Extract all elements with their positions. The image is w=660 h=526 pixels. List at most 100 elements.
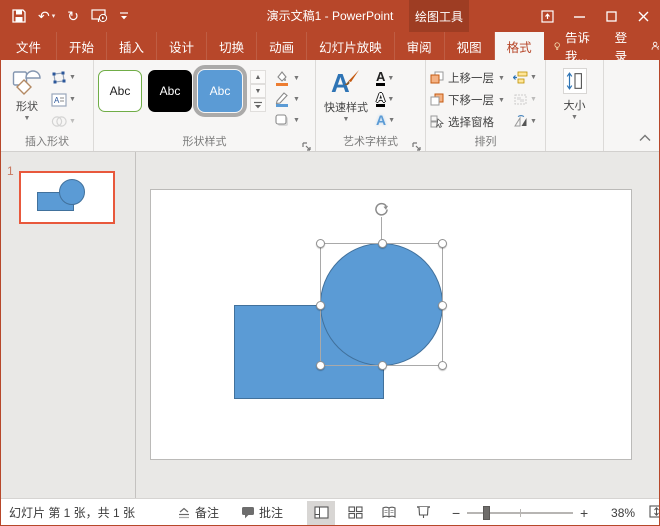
resize-handle-sw[interactable] — [316, 361, 325, 370]
shapes-button[interactable]: 形状 ▼ — [5, 64, 49, 135]
save-icon — [12, 9, 26, 23]
undo-button[interactable]: ↶▾ — [33, 3, 60, 29]
slideshow-view-button[interactable] — [409, 501, 437, 525]
shape-fill-button[interactable]: ▼ — [274, 69, 300, 87]
shape-fill-icon — [274, 70, 290, 86]
contextual-tool-header: 绘图工具 — [409, 0, 469, 32]
notes-button[interactable]: 备注 — [177, 504, 219, 521]
group-insert-shapes: 形状 ▼ ▼ A ▼ ▼ 插入形状 — [1, 60, 94, 151]
text-effects-button[interactable]: A▼ — [376, 110, 395, 129]
text-fill-button[interactable]: A▼ — [376, 68, 395, 87]
resize-handle-n[interactable] — [378, 239, 387, 248]
status-bar: 幻灯片 第 1 张，共 1 张 备注 批注 − — [1, 498, 659, 526]
resize-handle-se[interactable] — [438, 361, 447, 370]
selection-pane-button[interactable]: 选择窗格 — [430, 112, 505, 131]
start-slideshow-button[interactable] — [86, 3, 113, 29]
tab-file[interactable]: 文件 — [1, 32, 57, 60]
redo-button[interactable]: ↻ — [62, 3, 84, 29]
zoom-level[interactable]: 38% — [603, 506, 635, 520]
shape-effects-button[interactable]: ▼ — [274, 111, 300, 129]
minimize-button[interactable] — [563, 0, 595, 32]
resize-handle-nw[interactable] — [316, 239, 325, 248]
rotate-button[interactable]: ▼ — [511, 112, 539, 131]
send-backward-caret-icon: ▼ — [498, 97, 505, 104]
quick-access-toolbar: ↶▾ ↻ — [7, 0, 133, 32]
title-bar: 演示文稿1 - PowerPoint ↶▾ ↻ 绘图工具 — [1, 0, 659, 32]
normal-view-button[interactable] — [307, 501, 335, 525]
shape-style-green[interactable]: Abc — [98, 70, 142, 112]
thumbnail-circle-shape — [59, 179, 85, 205]
gallery-up-button[interactable]: ▲ — [250, 70, 266, 84]
tab-insert[interactable]: 插入 — [107, 32, 157, 60]
bring-forward-button[interactable]: 上移一层 ▼ — [430, 68, 505, 87]
send-backward-label: 下移一层 — [448, 92, 494, 108]
size-icon — [563, 68, 587, 94]
tab-slideshow[interactable]: 幻灯片放映 — [307, 32, 395, 60]
align-button[interactable]: ▼ — [511, 68, 539, 87]
bring-forward-caret-icon: ▼ — [498, 75, 505, 82]
resize-handle-w[interactable] — [316, 301, 325, 310]
tab-review[interactable]: 审阅 — [395, 32, 445, 60]
maximize-button[interactable] — [595, 0, 627, 32]
tab-view[interactable]: 视图 — [445, 32, 495, 60]
zoom-slider-thumb[interactable] — [483, 506, 490, 520]
merge-shapes-button[interactable]: ▼ — [49, 112, 78, 131]
slide[interactable] — [150, 189, 632, 460]
zoom-in-button[interactable]: + — [579, 505, 589, 521]
customize-qat-icon — [120, 11, 128, 21]
ribbon-tab-row: 文件 开始 插入 设计 切换 动画 幻灯片放映 审阅 视图 格式 告诉我... … — [1, 32, 659, 60]
resize-handle-ne[interactable] — [438, 239, 447, 248]
tell-me-box[interactable]: 告诉我... — [544, 32, 603, 60]
collapse-ribbon-button[interactable] — [639, 129, 651, 147]
shape-style-black[interactable]: Abc — [148, 70, 192, 112]
close-icon — [638, 11, 649, 22]
collapse-ribbon-icon — [639, 134, 651, 142]
reading-view-icon — [381, 506, 397, 519]
zoom-slider[interactable] — [467, 512, 573, 514]
save-button[interactable] — [7, 3, 31, 29]
tab-transitions[interactable]: 切换 — [207, 32, 257, 60]
sign-in-button[interactable]: 登录 — [603, 32, 640, 60]
ribbon-display-options-icon — [541, 10, 554, 23]
slide-sorter-view-button[interactable] — [341, 501, 369, 525]
comments-button[interactable]: 批注 — [241, 504, 283, 521]
text-box-button[interactable]: A ▼ — [49, 90, 78, 109]
group-objects-icon — [513, 93, 528, 106]
zoom-slider-tick — [520, 509, 521, 517]
shape-outline-button[interactable]: ▼ — [274, 90, 300, 108]
tab-home[interactable]: 开始 — [57, 32, 107, 60]
text-outline-button[interactable]: A▼ — [376, 89, 395, 108]
send-backward-button[interactable]: 下移一层 ▼ — [430, 90, 505, 109]
tab-design[interactable]: 设计 — [157, 32, 207, 60]
reading-view-button[interactable] — [375, 501, 403, 525]
customize-qat-button[interactable] — [115, 3, 133, 29]
undo-caret-icon[interactable]: ▾ — [52, 12, 56, 20]
close-button[interactable] — [627, 0, 659, 32]
share-button[interactable]: 共享 — [639, 32, 660, 60]
shapes-icon — [12, 68, 42, 95]
text-fill-caret-icon: ▼ — [387, 75, 394, 82]
gallery-down-button[interactable]: ▼ — [250, 84, 266, 98]
quick-styles-button[interactable]: A 快速样式 ▼ — [320, 64, 372, 135]
arrange-right-col: ▼ ▼ ▼ — [505, 64, 539, 135]
edit-shape-button[interactable]: ▼ — [49, 68, 78, 87]
edit-shape-caret-icon: ▼ — [69, 74, 76, 81]
insert-shapes-group-label: 插入形状 — [1, 133, 93, 149]
size-button[interactable]: 大小 ▼ — [553, 64, 597, 121]
resize-handle-e[interactable] — [438, 301, 447, 310]
slide-thumbnail-selected[interactable] — [19, 171, 115, 224]
tab-format-active[interactable]: 格式 — [495, 32, 544, 60]
fit-to-window-button[interactable] — [649, 505, 660, 521]
shape-style-blue-selected[interactable]: Abc — [198, 70, 242, 112]
rotation-handle[interactable] — [373, 201, 390, 223]
bring-forward-label: 上移一层 — [448, 70, 494, 86]
powerpoint-window: 演示文稿1 - PowerPoint ↶▾ ↻ 绘图工具 — [0, 0, 660, 526]
tab-animations[interactable]: 动画 — [257, 32, 307, 60]
group-button[interactable]: ▼ — [511, 90, 539, 109]
resize-handle-s[interactable] — [378, 361, 387, 370]
comments-label: 批注 — [259, 504, 283, 521]
ribbon-display-options-button[interactable] — [531, 0, 563, 32]
ribbon: 形状 ▼ ▼ A ▼ ▼ 插入形状 — [1, 60, 659, 152]
zoom-out-button[interactable]: − — [451, 505, 461, 521]
gallery-more-button[interactable] — [250, 98, 266, 112]
